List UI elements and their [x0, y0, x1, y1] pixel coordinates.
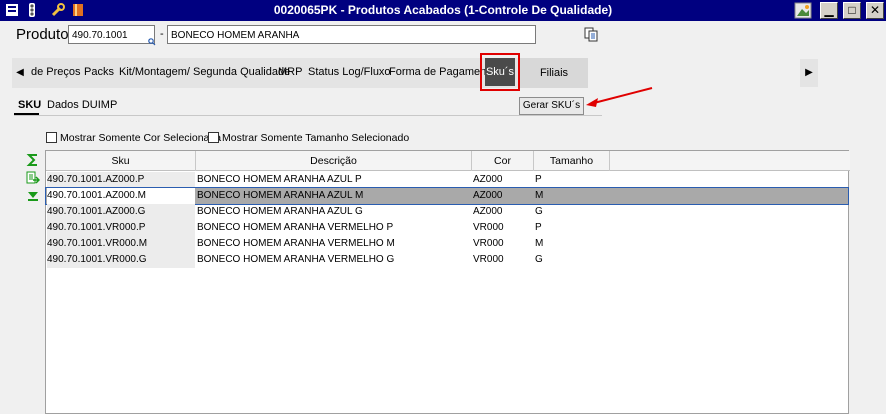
- close-icon: ✕: [869, 3, 881, 17]
- cell-tamanho: P: [535, 174, 542, 185]
- title-bar: 0020065PK - Produtos Acabados (1-Control…: [0, 0, 886, 21]
- subtab-dados-duimp[interactable]: Dados DUIMP: [47, 99, 117, 111]
- maximize-button[interactable]: □: [843, 2, 861, 19]
- minimize-button[interactable]: ▁: [820, 2, 838, 19]
- produto-separator: -: [160, 28, 164, 40]
- produto-code-field[interactable]: 490.70.1001: [68, 25, 155, 44]
- lookup-icon[interactable]: [148, 38, 156, 46]
- tab-packs[interactable]: Packs: [84, 66, 114, 78]
- cell-tamanho: G: [535, 206, 543, 217]
- cell-tamanho: M: [535, 190, 544, 201]
- header-cor[interactable]: Cor: [472, 151, 534, 171]
- triangle-left-icon: ◀: [16, 67, 24, 78]
- main-window: 0020065PK - Produtos Acabados (1-Control…: [0, 0, 886, 414]
- cell-sku: 490.70.1001.VR000.P: [47, 220, 195, 236]
- sub-tab-strip: SKU Dados DUIMP: [14, 96, 602, 116]
- table-row-selected[interactable]: 490.70.1001.AZ000.M BONECO HOMEM ARANHA …: [45, 187, 849, 205]
- cell-sku: 490.70.1001.AZ000.G: [47, 204, 195, 220]
- cell-tamanho: M: [535, 238, 544, 249]
- chk-tamanho-selecionado[interactable]: Mostrar Somente Tamanho Selecionado: [208, 132, 409, 144]
- table-row[interactable]: 490.70.1001.VR000.M BONECO HOMEM ARANHA …: [46, 236, 848, 252]
- subtab-active-indicator: [14, 113, 39, 115]
- cell-sku: 490.70.1001.AZ000.M: [47, 188, 195, 204]
- triangle-right-icon: ▶: [805, 67, 813, 78]
- export-icon[interactable]: [26, 171, 40, 185]
- tab-status-log[interactable]: Status Log/Fluxo: [308, 66, 391, 78]
- annotation-arrow-icon: [586, 87, 653, 107]
- cell-descricao: BONECO HOMEM ARANHA VERMELHO G: [197, 254, 395, 265]
- cell-descricao: BONECO HOMEM ARANHA VERMELHO M: [197, 238, 395, 249]
- chk-tamanho-label: Mostrar Somente Tamanho Selecionado: [222, 132, 410, 144]
- close-button[interactable]: ✕: [866, 2, 884, 19]
- chk-cor-label: Mostrar Somente Cor Selecionada: [60, 132, 222, 144]
- produto-description-value: BONECO HOMEM ARANHA: [171, 30, 300, 41]
- subtab-sku[interactable]: SKU: [18, 99, 41, 111]
- filter-down-icon[interactable]: [26, 189, 40, 203]
- cell-descricao: BONECO HOMEM ARANHA AZUL P: [197, 174, 362, 185]
- chk-cor-selecionada[interactable]: Mostrar Somente Cor Selecionada: [46, 132, 221, 144]
- maximize-icon: □: [848, 3, 856, 17]
- cell-cor: AZ000: [473, 190, 503, 201]
- cell-cor: VR000: [473, 254, 504, 265]
- cell-tamanho: G: [535, 254, 543, 265]
- checkbox-cor[interactable]: [46, 132, 57, 143]
- grid-header: Sku Descrição Cor Tamanho: [46, 151, 850, 171]
- cell-sku: 490.70.1001.AZ000.P: [47, 172, 195, 188]
- sum-icon[interactable]: [26, 153, 40, 167]
- window-title: 0020065PK - Produtos Acabados (1-Control…: [273, 3, 613, 17]
- cell-descricao: BONECO HOMEM ARANHA AZUL G: [197, 206, 363, 217]
- produto-label: Produto: [16, 26, 69, 43]
- cell-descricao: BONECO HOMEM ARANHA AZUL M: [197, 190, 364, 201]
- cell-descricao: BONECO HOMEM ARANHA VERMELHO P: [197, 222, 394, 233]
- picture-icon[interactable]: [794, 2, 812, 19]
- cell-cor: AZ000: [473, 174, 503, 185]
- header-sku[interactable]: Sku: [46, 151, 196, 171]
- copy-icon[interactable]: [583, 26, 599, 42]
- tab-scroll-left-button[interactable]: ◀: [12, 59, 28, 87]
- cell-sku: 490.70.1001.VR000.M: [47, 236, 195, 252]
- cell-cor: VR000: [473, 238, 504, 249]
- produto-code-value: 490.70.1001: [72, 30, 128, 41]
- checkbox-tamanho[interactable]: [208, 132, 219, 143]
- cell-sku: 490.70.1001.VR000.G: [47, 252, 195, 268]
- tab-filiais[interactable]: Filiais: [520, 58, 588, 88]
- sku-grid[interactable]: Sku Descrição Cor Tamanho 490.70.1001.AZ…: [45, 150, 850, 414]
- gerar-skus-button[interactable]: Gerar SKU´s: [519, 97, 584, 115]
- table-row[interactable]: 490.70.1001.VR000.P BONECO HOMEM ARANHA …: [46, 220, 848, 236]
- tab-kit-montagem[interactable]: Kit/Montagem/ Segunda Qualidade: [119, 66, 290, 78]
- cell-cor: VR000: [473, 222, 504, 233]
- cell-cor: AZ000: [473, 206, 503, 217]
- table-row[interactable]: 490.70.1001.VR000.G BONECO HOMEM ARANHA …: [46, 252, 848, 268]
- minimize-icon: ▁: [824, 3, 834, 17]
- tab-skus[interactable]: Sku´s: [485, 58, 515, 86]
- table-row[interactable]: 490.70.1001.AZ000.P BONECO HOMEM ARANHA …: [46, 172, 848, 188]
- header-tamanho[interactable]: Tamanho: [534, 151, 610, 171]
- tab-scroll-right-button[interactable]: ▶: [800, 59, 818, 87]
- tab-mrp[interactable]: MRP: [278, 66, 302, 78]
- tab-precos[interactable]: de Preços: [31, 66, 81, 78]
- tab-skus-highlight[interactable]: Sku´s: [480, 53, 520, 91]
- table-row[interactable]: 490.70.1001.AZ000.G BONECO HOMEM ARANHA …: [46, 204, 848, 220]
- cell-tamanho: P: [535, 222, 542, 233]
- header-descricao[interactable]: Descrição: [196, 151, 472, 171]
- produto-description-field[interactable]: BONECO HOMEM ARANHA: [167, 25, 536, 44]
